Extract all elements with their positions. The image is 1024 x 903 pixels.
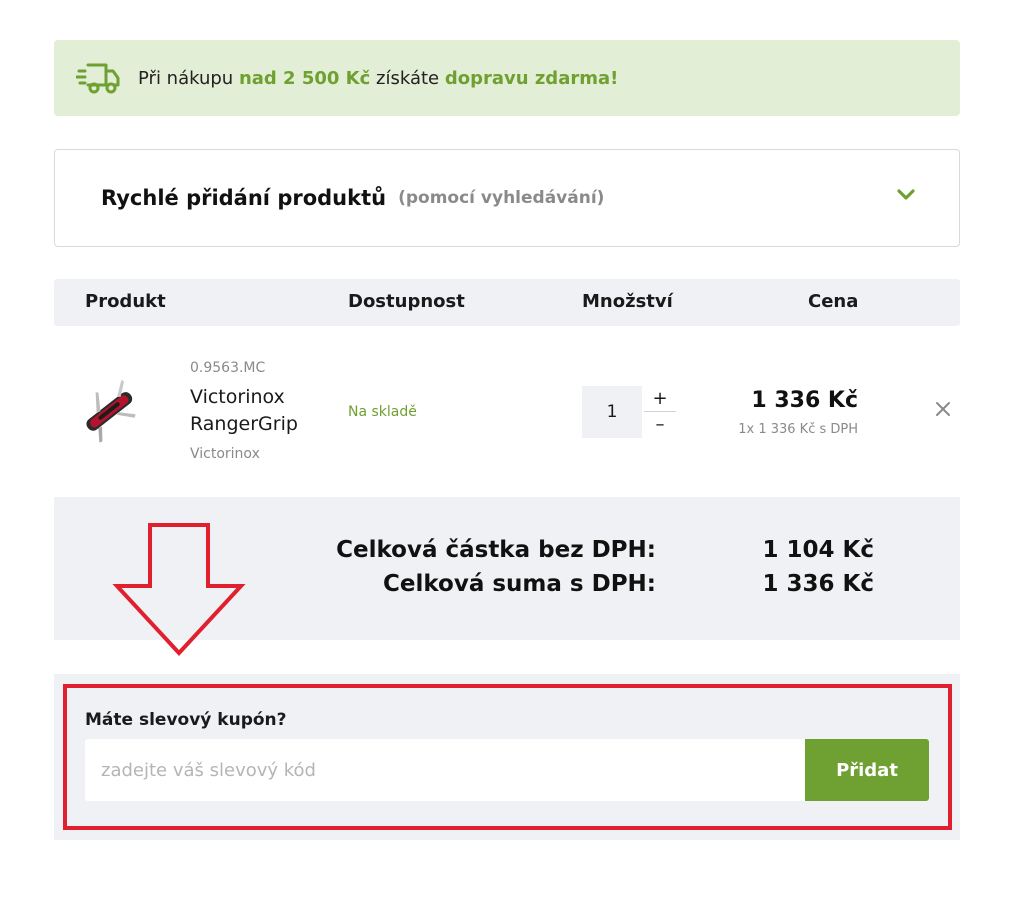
header-price: Cena — [808, 291, 859, 312]
product-image[interactable] — [76, 378, 142, 444]
item-price: 1 336 Kč — [751, 388, 858, 413]
coupon-highlight-frame — [63, 684, 952, 830]
quantity-increase-button[interactable]: + — [644, 386, 676, 412]
banner-text: Při nákupu nad 2 500 Kč získáte dopravu … — [138, 67, 619, 89]
total-without-vat-value: 1 104 Kč — [762, 537, 875, 563]
cart-item-row: 0.9563.MC Victorinox RangerGrip Victorin… — [54, 340, 960, 480]
chevron-down-icon[interactable] — [897, 188, 915, 202]
banner-threshold: nad 2 500 Kč — [238, 67, 371, 89]
product-brand: Victorinox — [190, 446, 260, 462]
total-with-vat-label: Celková suma s DPH: — [382, 571, 656, 597]
header-product: Produkt — [85, 291, 166, 312]
quantity-stepper[interactable]: 1 + – — [582, 386, 676, 438]
truck-icon — [76, 63, 120, 94]
down-arrow-annotation — [112, 523, 246, 656]
product-code: 0.9563.MC — [190, 360, 266, 376]
close-icon[interactable] — [934, 400, 952, 418]
total-without-vat-label: Celková částka bez DPH: — [336, 537, 656, 563]
cart-table-header: Produkt Dostupnost Množství Cena — [54, 279, 960, 326]
total-with-vat-value: 1 336 Kč — [762, 571, 875, 597]
quick-add-title: Rychlé přidání produktů — [101, 186, 387, 210]
quick-add-panel[interactable]: Rychlé přidání produktů (pomocí vyhledáv… — [54, 149, 960, 247]
banner-benefit: dopravu zdarma! — [444, 67, 619, 89]
quantity-decrease-button[interactable]: – — [644, 412, 676, 438]
quick-add-hint: (pomocí vyhledávání) — [398, 188, 605, 208]
free-shipping-banner: Při nákupu nad 2 500 Kč získáte dopravu … — [54, 40, 960, 116]
product-name[interactable]: Victorinox RangerGrip — [190, 384, 340, 438]
quantity-value[interactable]: 1 — [582, 386, 642, 438]
header-availability: Dostupnost — [348, 291, 465, 312]
availability-status: Na skladě — [348, 404, 417, 420]
header-quantity: Množství — [582, 291, 673, 312]
item-unit-price: 1x 1 336 Kč s DPH — [738, 422, 858, 437]
